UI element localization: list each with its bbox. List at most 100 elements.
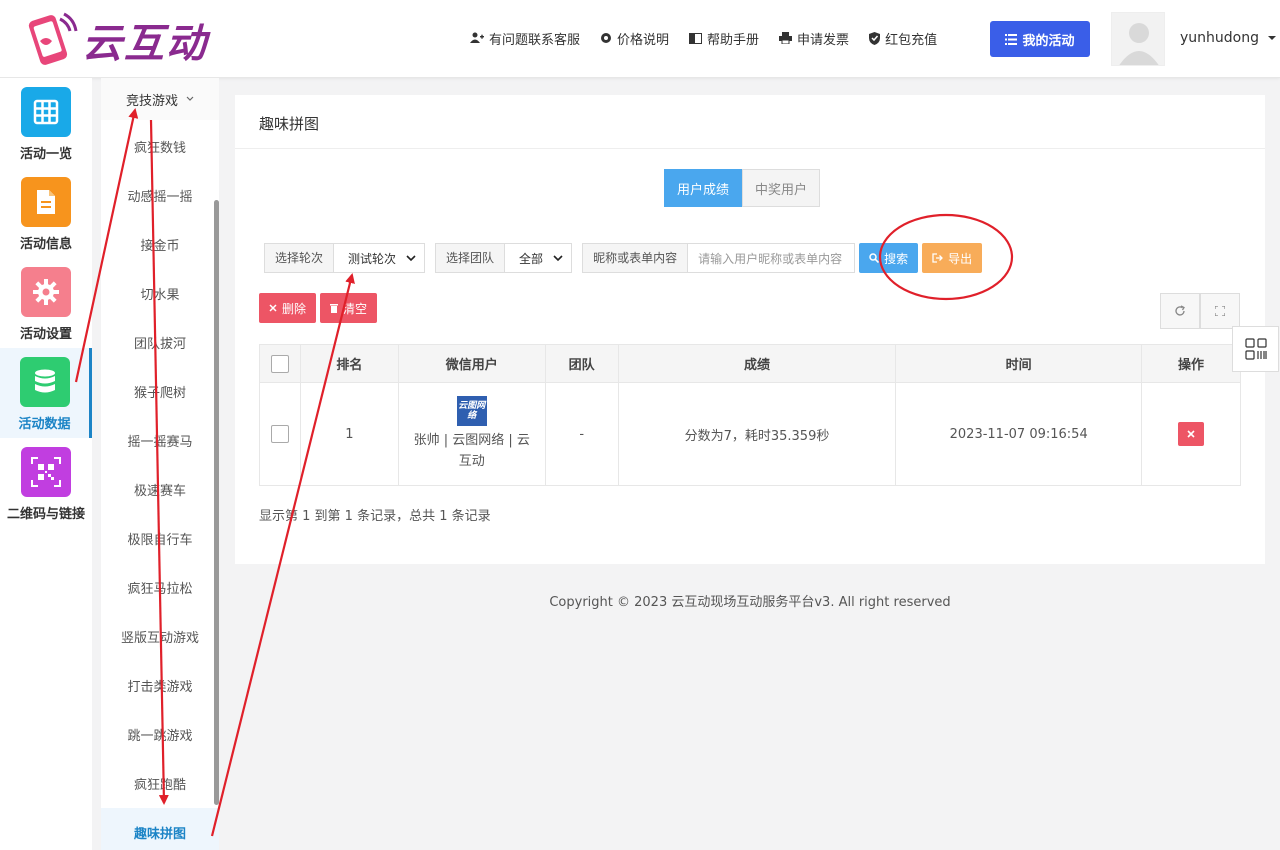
submenu-list: 疯狂数钱 动感摇一摇 接金币 切水果 团队拔河 猴子爬树 摇一摇赛马 极速赛车 … <box>101 122 219 850</box>
keyword-input[interactable]: 请输入用户昵称或表单内容 <box>688 244 855 272</box>
fullscreen-button[interactable] <box>1200 293 1240 329</box>
table-tools <box>1160 293 1240 329</box>
submenu-item[interactable]: 疯狂跑酷 <box>101 759 219 808</box>
game-submenu: 竞技游戏 疯狂数钱 动感摇一摇 接金币 切水果 团队拔河 猴子爬树 摇一摇赛马 … <box>101 78 219 850</box>
rail-label: 活动一览 <box>19 147 72 162</box>
filter-bar: 选择轮次 测试轮次 选择团队 全部 昵称或表单内容 请输入用户昵称或表单内容 搜… <box>264 243 983 273</box>
submenu-item[interactable]: 猴子爬树 <box>101 367 219 416</box>
trash-icon <box>330 304 339 313</box>
left-rail: 活动一览 活动信息 活动设置 活动数据 二维码与链接 <box>0 78 92 850</box>
shield-check-icon <box>869 31 881 45</box>
submenu-item[interactable]: 极速赛车 <box>101 465 219 514</box>
invoice-link[interactable]: 申请发票 <box>779 29 849 48</box>
export-button[interactable]: 导出 <box>922 243 983 273</box>
help-manual-link[interactable]: 帮助手册 <box>689 29 759 48</box>
user-menu[interactable]: yunhudong <box>1180 30 1279 46</box>
floating-qrcode-button[interactable] <box>1232 326 1279 372</box>
submenu-item[interactable]: 打击类游戏 <box>101 661 219 710</box>
team-cell: - <box>544 382 619 486</box>
user-silhouette-icon <box>1112 13 1164 65</box>
phone-logo-icon <box>28 12 78 65</box>
time-cell: 2023-11-07 09:16:54 <box>895 382 1143 486</box>
row-checkbox[interactable] <box>270 425 289 443</box>
table-row: 1 云图网络 张帅 | 云图网络 | 云互动 - 分数为7，耗时35.359秒 … <box>259 382 1241 486</box>
redpacket-recharge-link[interactable]: 红包充值 <box>869 29 937 48</box>
column-header-score[interactable]: 成绩 <box>617 344 897 383</box>
pagination-summary: 显示第 1 到第 1 条记录，总共 1 条记录 <box>259 509 491 524</box>
delete-button-label: 删除 <box>282 301 307 316</box>
help-manual-label: 帮助手册 <box>707 32 760 48</box>
refresh-button[interactable] <box>1160 293 1200 329</box>
invoice-label: 申请发票 <box>797 32 850 48</box>
user-avatar[interactable] <box>1111 12 1165 66</box>
column-header-wechat-user[interactable]: 微信用户 <box>397 344 546 383</box>
select-all-cell <box>259 344 301 383</box>
submenu-category-label: 竞技游戏 <box>125 93 178 109</box>
team-select-value: 全部 <box>519 251 544 266</box>
my-activity-button[interactable]: 我的活动 <box>990 21 1090 57</box>
rail-item-activity-info[interactable]: 活动信息 <box>0 168 92 258</box>
tab-user-scores[interactable]: 用户成绩 <box>664 169 743 207</box>
submenu-item[interactable]: 竖版互动游戏 <box>101 612 219 661</box>
pricing-link[interactable]: 价格说明 <box>600 29 669 48</box>
contact-support-label: 有问题联系客服 <box>489 32 581 48</box>
round-filter-label: 选择轮次 <box>265 244 335 272</box>
brand-logo[interactable]: 云互动 <box>20 10 230 70</box>
submenu-item[interactable]: 切水果 <box>101 269 219 318</box>
table-actions: 删除 清空 <box>259 293 381 323</box>
main-panel: 趣味拼图 用户成绩 中奖用户 选择轮次 测试轮次 选择团队 全部 昵称或表单内容… <box>235 95 1265 564</box>
tab-winners[interactable]: 中奖用户 <box>742 169 821 207</box>
rail-item-qrcode-links[interactable]: 二维码与链接 <box>0 438 92 528</box>
column-header-team[interactable]: 团队 <box>544 344 619 383</box>
row-delete-button[interactable] <box>1178 422 1205 446</box>
submenu-category-competitive-games[interactable]: 竞技游戏 <box>101 78 219 120</box>
select-all-checkbox[interactable] <box>270 354 289 373</box>
score-cell: 分数为7，耗时35.359秒 <box>617 382 897 486</box>
submenu-item-puzzle-active[interactable]: 趣味拼图 <box>101 808 219 850</box>
delete-button[interactable]: 删除 <box>259 293 317 323</box>
submenu-item[interactable]: 跳一跳游戏 <box>101 710 219 759</box>
rail-item-activity-data[interactable]: 活动数据 <box>0 348 92 438</box>
submenu-item[interactable]: 接金币 <box>101 220 219 269</box>
rail-item-activity-settings[interactable]: 活动设置 <box>0 258 92 348</box>
qrcode-icon <box>21 447 71 497</box>
rank-cell: 1 <box>299 382 399 486</box>
grid-icon <box>21 87 71 137</box>
score-table: 排名 微信用户 团队 成绩 时间 操作 1 云图网络 张帅 | 云图网络 | 云… <box>259 344 1241 486</box>
redpacket-recharge-label: 红包充值 <box>885 32 938 48</box>
copyright-footer: Copyright © 2023 云互动现场互动服务平台v3. All righ… <box>549 595 951 610</box>
gear-icon <box>601 33 612 43</box>
clear-button[interactable]: 清空 <box>320 293 378 323</box>
submenu-item[interactable]: 疯狂马拉松 <box>101 563 219 612</box>
round-select[interactable]: 测试轮次 <box>334 244 425 272</box>
keyword-filter: 昵称或表单内容 请输入用户昵称或表单内容 <box>582 243 856 273</box>
rail-label: 活动设置 <box>19 327 72 342</box>
book-icon <box>689 32 703 44</box>
list-icon <box>1005 33 1018 45</box>
rail-item-activity-overview[interactable]: 活动一览 <box>0 78 92 168</box>
chevron-down-icon <box>553 254 563 261</box>
submenu-item[interactable]: 摇一摇赛马 <box>101 416 219 465</box>
table-header-row: 排名 微信用户 团队 成绩 时间 操作 <box>259 344 1241 383</box>
submenu-scrollbar[interactable] <box>214 200 219 805</box>
wechat-avatar: 云图网络 <box>456 396 487 426</box>
wechat-user-cell: 云图网络 张帅 | 云图网络 | 云互动 <box>397 382 546 486</box>
page-title: 趣味拼图 <box>259 115 320 133</box>
submenu-item[interactable]: 团队拔河 <box>101 318 219 367</box>
export-button-label: 导出 <box>948 251 973 266</box>
submenu-item[interactable]: 极限自行车 <box>101 514 219 563</box>
column-header-rank[interactable]: 排名 <box>299 344 399 383</box>
close-icon <box>269 304 277 312</box>
submenu-item[interactable]: 疯狂数钱 <box>101 122 219 171</box>
chevron-down-icon <box>186 96 194 101</box>
clear-button-label: 清空 <box>343 301 368 316</box>
search-button-label: 搜索 <box>884 251 909 266</box>
submenu-item[interactable]: 动感摇一摇 <box>101 171 219 220</box>
column-header-actions: 操作 <box>1141 344 1241 383</box>
sign-out-icon <box>932 253 944 263</box>
search-button[interactable]: 搜索 <box>859 243 919 273</box>
column-header-time[interactable]: 时间 <box>895 344 1143 383</box>
contact-support-link[interactable]: 有问题联系客服 <box>470 29 580 48</box>
team-filter: 选择团队 全部 <box>435 243 573 273</box>
team-select[interactable]: 全部 <box>505 244 572 272</box>
